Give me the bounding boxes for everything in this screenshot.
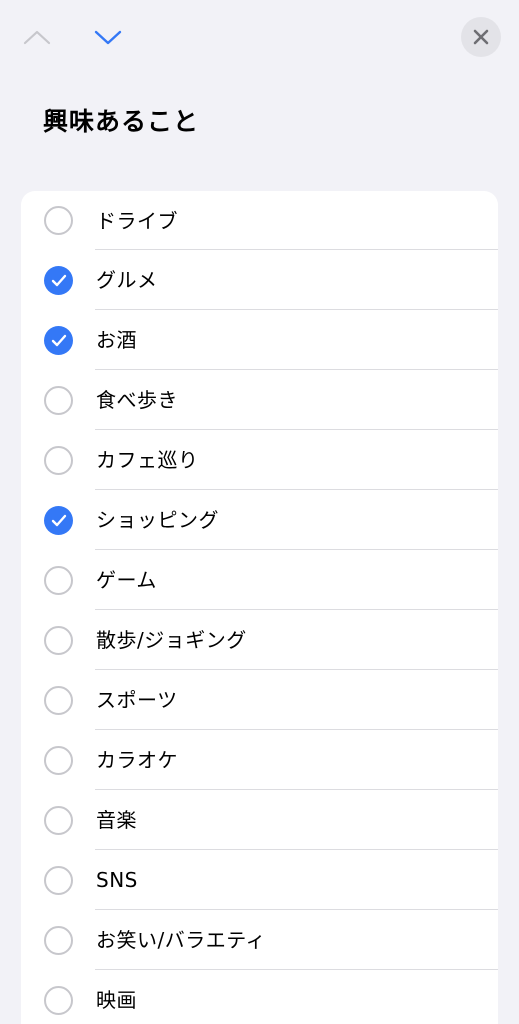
list-item-label: ショッピング bbox=[96, 508, 219, 532]
interest-list: ドライブ グルメ お酒 食べ歩き カフェ巡り ショッピング ゲーム 散歩/ジョギ… bbox=[21, 191, 498, 1024]
list-item[interactable]: SNS bbox=[21, 850, 498, 910]
checkmark-icon bbox=[51, 514, 66, 526]
list-item[interactable]: カフェ巡り bbox=[21, 430, 498, 490]
list-item[interactable]: グルメ bbox=[21, 250, 498, 310]
close-button[interactable] bbox=[461, 17, 501, 57]
list-item[interactable]: 音楽 bbox=[21, 790, 498, 850]
checkmark-icon bbox=[51, 334, 66, 346]
list-item-label: ドライブ bbox=[96, 208, 178, 233]
next-button[interactable] bbox=[88, 20, 128, 54]
checkbox[interactable] bbox=[44, 565, 73, 595]
previous-button[interactable] bbox=[18, 20, 56, 54]
checkbox[interactable] bbox=[44, 745, 73, 775]
checkbox[interactable] bbox=[44, 206, 73, 235]
list-item-label: お酒 bbox=[96, 328, 137, 352]
interests-screen: 興味あること ドライブ グルメ お酒 食べ歩き カフェ巡り ショッピング ゲーム… bbox=[0, 0, 519, 1024]
list-item[interactable]: お酒 bbox=[21, 310, 498, 370]
checkbox[interactable] bbox=[44, 505, 73, 535]
list-item-label: ゲーム bbox=[96, 568, 157, 592]
list-item[interactable]: 映画 bbox=[21, 970, 498, 1024]
checkbox[interactable] bbox=[44, 925, 73, 955]
checkbox[interactable] bbox=[44, 985, 73, 1015]
close-icon bbox=[473, 29, 489, 45]
list-item-label: 散歩/ジョギング bbox=[96, 628, 247, 652]
list-item-label: グルメ bbox=[96, 268, 158, 292]
list-item[interactable]: ドライブ bbox=[21, 191, 498, 250]
list-item[interactable]: ショッピング bbox=[21, 490, 498, 550]
checkbox[interactable] bbox=[44, 625, 73, 655]
list-item[interactable]: カラオケ bbox=[21, 730, 498, 790]
list-item-label: 映画 bbox=[96, 988, 137, 1012]
list-item-label: お笑い/バラエティ bbox=[96, 928, 267, 952]
nav-bar bbox=[0, 0, 519, 80]
checkbox[interactable] bbox=[44, 865, 73, 895]
checkbox[interactable] bbox=[44, 685, 73, 715]
checkbox[interactable] bbox=[44, 265, 73, 295]
page-title: 興味あること bbox=[43, 107, 200, 136]
list-item-label: 食べ歩き bbox=[96, 388, 178, 412]
list-item-label: スポーツ bbox=[96, 688, 178, 712]
list-item[interactable]: スポーツ bbox=[21, 670, 498, 730]
checkbox[interactable] bbox=[44, 385, 73, 415]
list-item[interactable]: ゲーム bbox=[21, 550, 498, 610]
list-item[interactable]: 散歩/ジョギング bbox=[21, 610, 498, 670]
chevron-up-icon bbox=[23, 30, 51, 45]
list-item-label: カラオケ bbox=[96, 748, 178, 772]
checkbox[interactable] bbox=[44, 805, 73, 835]
list-item-label: 音楽 bbox=[96, 808, 137, 832]
list-item[interactable]: お笑い/バラエティ bbox=[21, 910, 498, 970]
chevron-down-icon bbox=[94, 30, 122, 45]
list-item[interactable]: 食べ歩き bbox=[21, 370, 498, 430]
list-item-label: SNS bbox=[96, 868, 138, 892]
list-item-label: カフェ巡り bbox=[96, 448, 199, 472]
checkmark-icon bbox=[51, 274, 66, 286]
checkbox[interactable] bbox=[44, 325, 73, 355]
checkbox[interactable] bbox=[44, 445, 73, 475]
